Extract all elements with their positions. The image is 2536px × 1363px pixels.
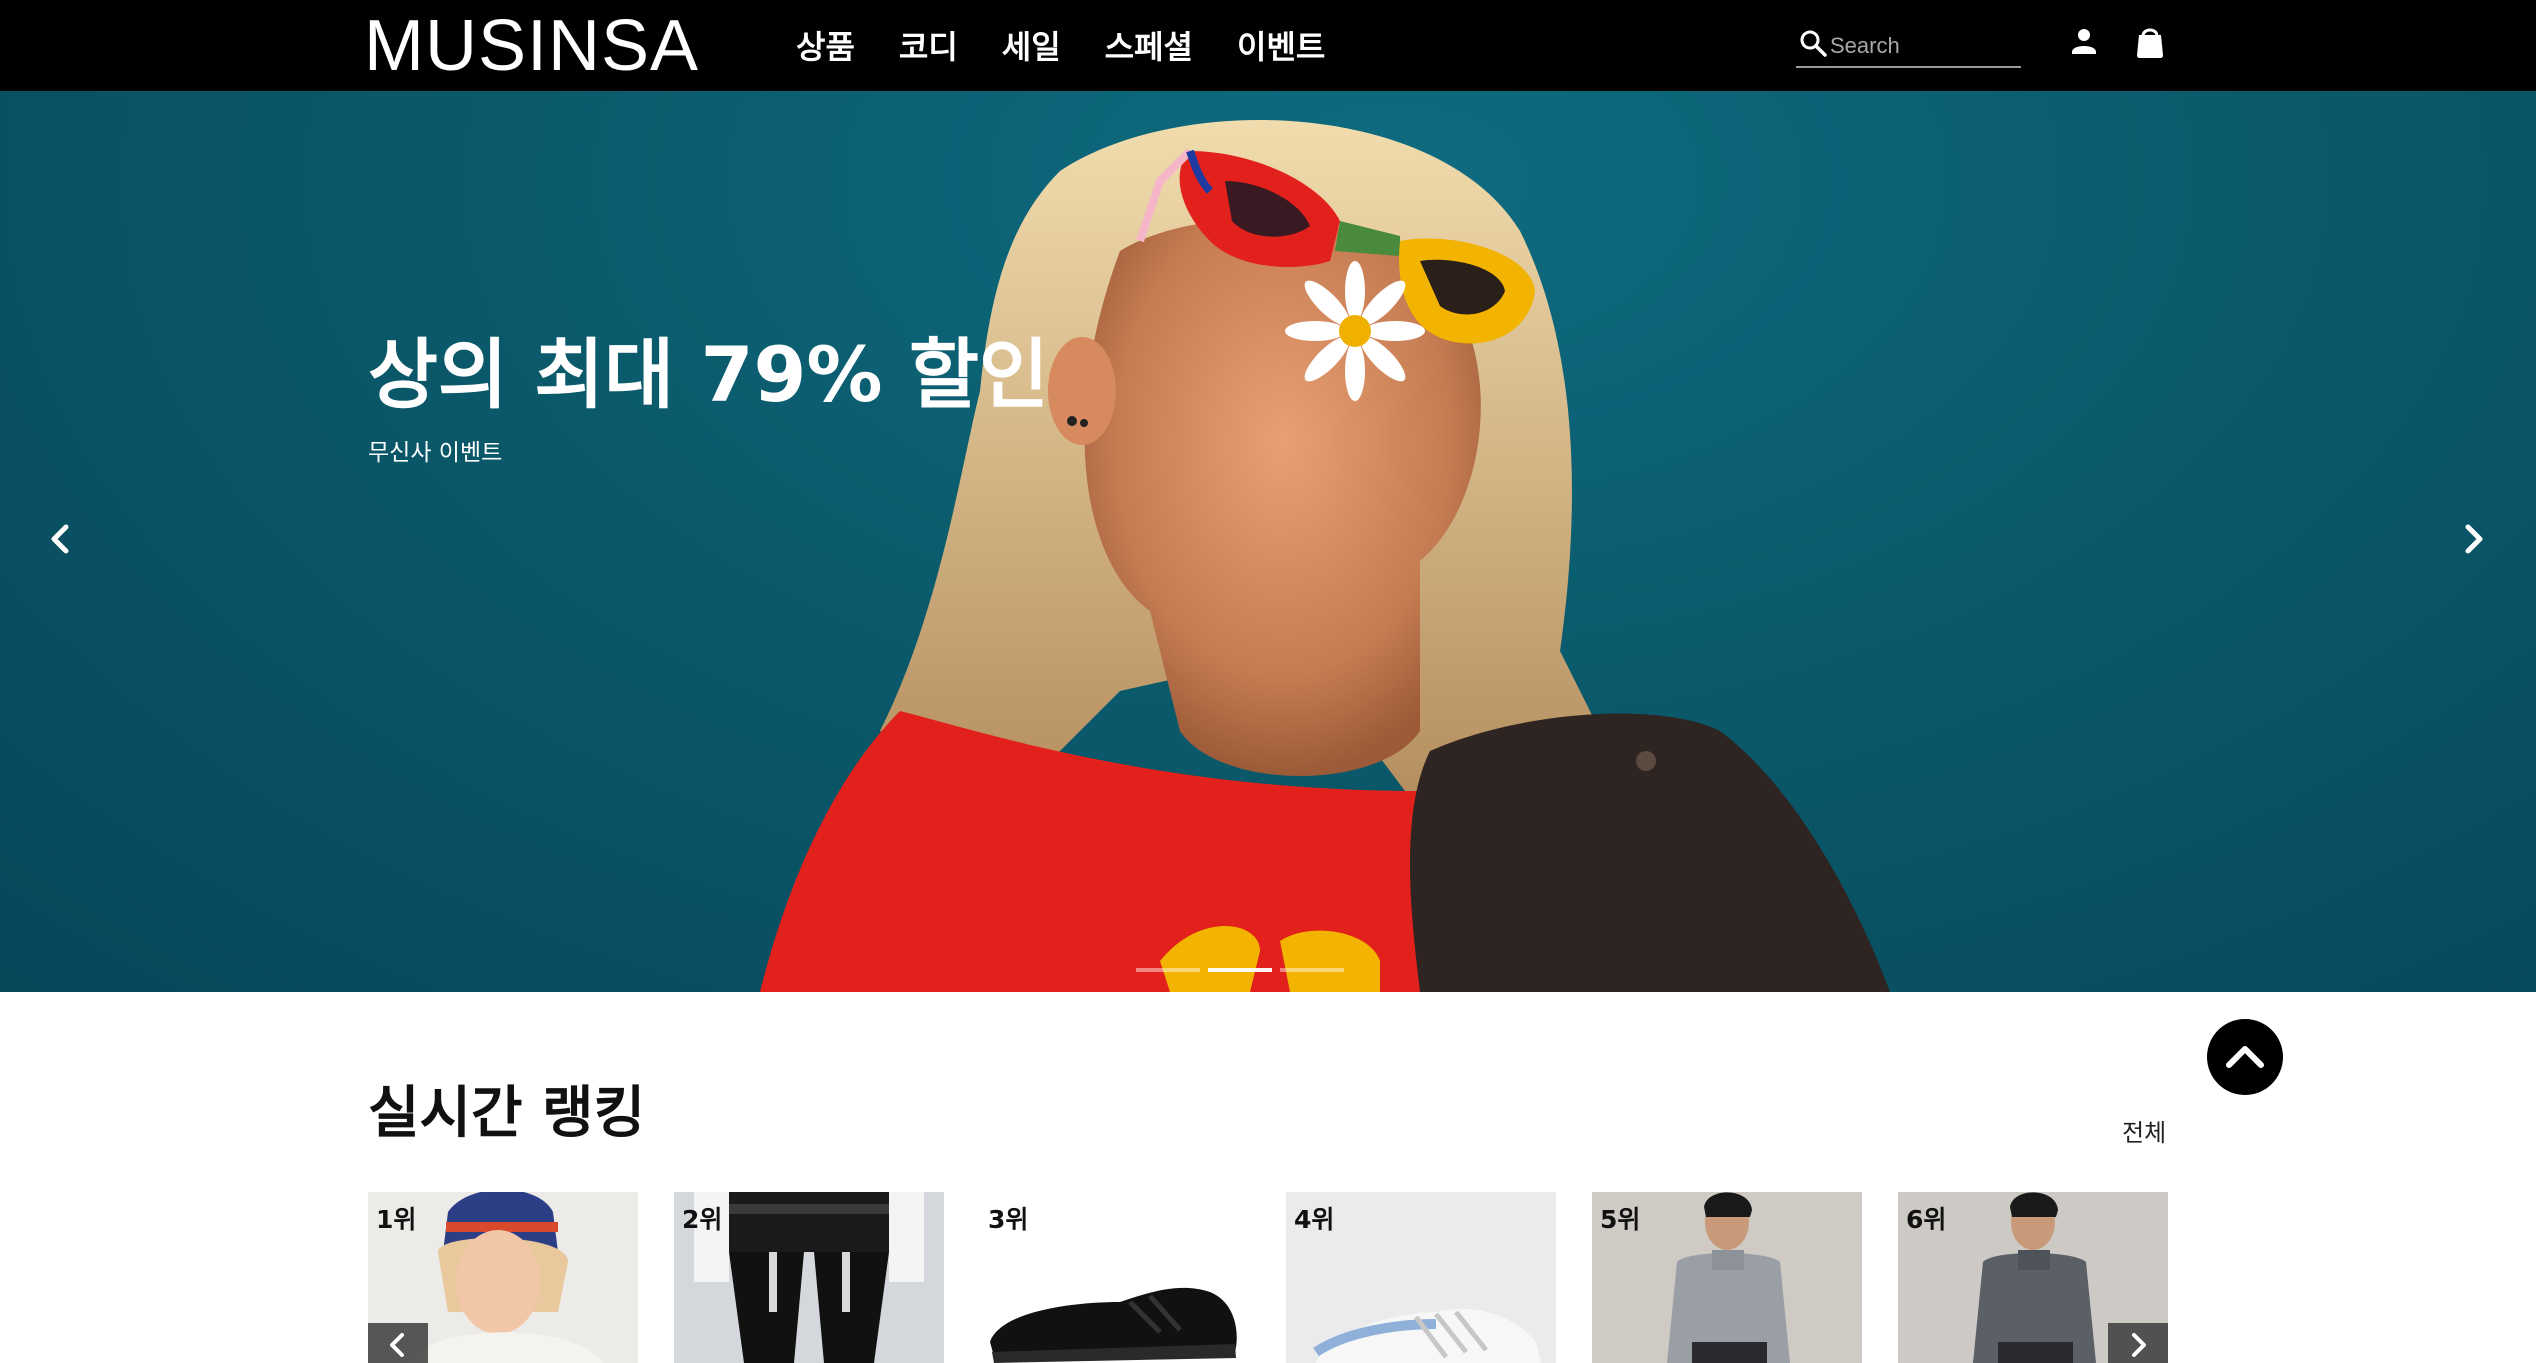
ranking-card[interactable]: 2위 <box>674 1192 944 1363</box>
slide-dot-3[interactable] <box>1280 968 1344 972</box>
rank-badge: 1위 <box>376 1205 417 1234</box>
chevron-left-icon[interactable] <box>32 511 88 567</box>
ranking-card[interactable]: 4위 <box>1286 1192 1556 1363</box>
nav-item-event[interactable]: 이벤트 <box>1237 22 1325 72</box>
hero-image <box>760 120 1890 992</box>
rank-badge: 5위 <box>1600 1205 1641 1234</box>
slide-dot-2[interactable] <box>1208 968 1272 972</box>
rank-badge: 4위 <box>1294 1205 1335 1234</box>
rank-badge: 3위 <box>988 1205 1029 1234</box>
chevron-right-icon <box>2132 1333 2146 1357</box>
shopping-bag-icon[interactable] <box>2130 22 2170 62</box>
chevron-right-icon[interactable] <box>2446 511 2502 567</box>
rank-badge: 2위 <box>682 1205 723 1234</box>
musinsa-logo[interactable]: MUSINSA <box>364 3 699 89</box>
chevron-left-icon <box>390 1333 404 1357</box>
chevron-up-icon <box>2226 1046 2264 1068</box>
slide-dot-1[interactable] <box>1136 968 1200 972</box>
ranking-card[interactable]: 3위 <box>980 1192 1250 1363</box>
scroll-to-top-button[interactable] <box>2207 1019 2283 1095</box>
user-icon[interactable] <box>2064 22 2104 62</box>
ranking-next-button[interactable] <box>2108 1323 2168 1363</box>
ranking-card[interactable]: 5위 <box>1592 1192 1862 1363</box>
ranking-prev-button[interactable] <box>368 1323 428 1363</box>
rank-badge: 6위 <box>1906 1205 1947 1234</box>
nav-item-products[interactable]: 상품 <box>796 22 855 72</box>
hero-title: 상의 최대 79% 할인 <box>368 330 1049 419</box>
nav-item-coordi[interactable]: 코디 <box>899 22 958 72</box>
search-icon[interactable] <box>1798 28 1828 58</box>
slide-indicator <box>1136 968 1344 972</box>
hero-banner[interactable]: 상의 최대 79% 할인 무신사 이벤트 <box>0 91 2536 992</box>
hero-subtitle: 무신사 이벤트 <box>368 440 503 466</box>
main-nav: 상품 코디 세일 스페셜 이벤트 <box>796 22 1325 72</box>
search-input[interactable] <box>1830 30 2016 62</box>
top-navigation-bar: MUSINSA 상품 코디 세일 스페셜 이벤트 <box>0 0 2536 91</box>
search-box <box>1796 24 2021 68</box>
see-all-link[interactable]: 전체 <box>2122 1113 2166 1148</box>
ranking-list: 1위 2위 3위 4위 5위 6위 <box>368 1192 2168 1363</box>
nav-item-special[interactable]: 스페셜 <box>1105 22 1193 72</box>
nav-item-sale[interactable]: 세일 <box>1002 22 1061 72</box>
ranking-section-title: 실시간 랭킹 <box>368 1081 646 1146</box>
